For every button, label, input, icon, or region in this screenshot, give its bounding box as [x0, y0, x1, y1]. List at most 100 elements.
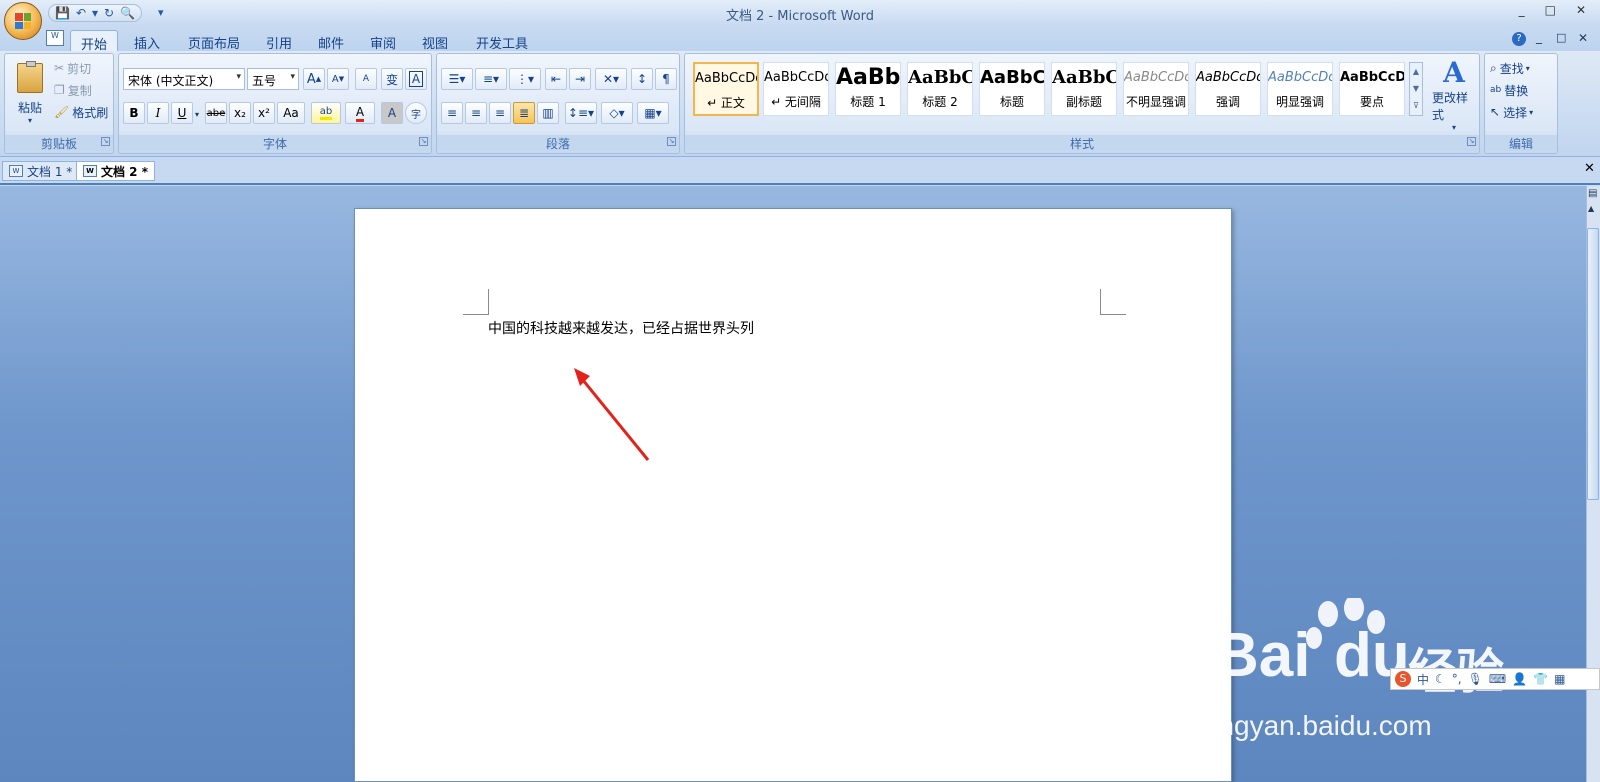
align-left-button[interactable]: ≡	[441, 102, 463, 124]
scrollbar-thumb[interactable]	[1587, 228, 1599, 500]
strikethrough-button[interactable]: abe	[205, 102, 227, 124]
bullets-button[interactable]: ☰▾	[441, 68, 473, 90]
distribute-button[interactable]: ▥	[537, 102, 559, 124]
dialog-launcher-icon[interactable]: ↘	[101, 137, 110, 146]
change-case-button[interactable]: Aa	[277, 102, 305, 124]
style-normal[interactable]: AaBbCcDd ↵ 正文	[693, 62, 759, 116]
watermark-bai: Bai	[1214, 621, 1311, 690]
underline-button[interactable]: U	[171, 102, 193, 124]
font-size-select[interactable]: 五号 ▾	[247, 68, 299, 90]
align-center-button[interactable]: ≡	[465, 102, 487, 124]
mic-icon[interactable]: 🎙	[1468, 672, 1483, 686]
doc-minimize-button[interactable]: _	[1536, 30, 1542, 44]
doc-restore-button[interactable]: □	[1556, 31, 1566, 44]
dialog-launcher-icon[interactable]: ↘	[1467, 137, 1476, 146]
office-button[interactable]	[4, 2, 42, 40]
close-button[interactable]: ✕	[1576, 3, 1586, 17]
tab-review[interactable]: 审阅	[360, 30, 406, 52]
style-intense-emphasis[interactable]: AaBbCcDd 明显强调	[1267, 62, 1333, 116]
tab-insert[interactable]: 插入	[124, 30, 170, 52]
replace-button[interactable]: ab 替换	[1489, 80, 1529, 100]
ime-chinese-mode[interactable]: 中	[1417, 671, 1429, 688]
scroll-up-icon[interactable]: ▲	[1588, 204, 1594, 213]
numbering-button[interactable]: ≡▾	[475, 68, 507, 90]
tab-view[interactable]: 视图	[412, 30, 458, 52]
char-border-button[interactable]: A	[405, 68, 427, 90]
align-right-button[interactable]: ≡	[489, 102, 511, 124]
style-strong[interactable]: AaBbCcDd要点	[1339, 62, 1405, 116]
sort-button[interactable]: ↕	[631, 68, 653, 90]
justify-button[interactable]: ≣	[513, 102, 535, 124]
help-icon[interactable]: ?	[1512, 32, 1526, 46]
shrink-font-button[interactable]: A ▼	[327, 68, 349, 90]
copy-button[interactable]: ❐ 复制	[53, 80, 93, 100]
clear-format-button[interactable]: A	[355, 68, 377, 90]
shading-button[interactable]: ◇▾	[601, 102, 633, 124]
change-styles-button[interactable]: A 更改样式 ▾	[1431, 56, 1477, 132]
style-no-spacing[interactable]: AaBbCcDd ↵ 无间隔	[763, 62, 829, 116]
user-icon[interactable]: 👤	[1512, 672, 1527, 686]
style-heading-1[interactable]: AaBb 标题 1	[835, 62, 901, 116]
ruler-toggle-icon[interactable]: ▤	[1588, 188, 1597, 199]
line-spacing-icon: ↕≡▾	[567, 106, 595, 120]
style-heading-2[interactable]: AaBbC 标题 2	[907, 62, 973, 116]
dialog-launcher-icon[interactable]: ↘	[667, 137, 676, 146]
format-painter-button[interactable]: 🖌 格式刷	[53, 102, 109, 122]
chinese-layout-button[interactable]: ✕▾	[595, 68, 627, 90]
document-text[interactable]: 中国的科技越来越发达，已经占据世界头列	[488, 318, 754, 338]
numbering-icon: ≡▾	[482, 72, 500, 86]
dialog-launcher-icon[interactable]: ↘	[419, 137, 428, 146]
decrease-indent-button[interactable]: ⇤	[545, 68, 567, 90]
punct-icon[interactable]: °,	[1452, 672, 1462, 686]
find-button[interactable]: ⌕ 查找 ▾	[1489, 58, 1531, 78]
style-subtle-emphasis[interactable]: AaBbCcDd 不明显强调	[1123, 62, 1189, 116]
paste-button[interactable]: 粘贴 ▾	[9, 58, 51, 130]
borders-button[interactable]: ▦▾	[637, 102, 669, 124]
style-title[interactable]: AaBbC 标题	[979, 62, 1045, 116]
keyboard-icon[interactable]: ⌨	[1489, 672, 1506, 686]
clipboard-group: 粘贴 ▾ ✂ 剪切 ❐ 复制 🖌 格式刷 剪贴板 ↘	[4, 53, 114, 154]
enclose-char-button[interactable]: 字	[405, 102, 427, 124]
tab-developer[interactable]: 开发工具	[466, 30, 538, 52]
tab-page-layout[interactable]: 页面布局	[178, 30, 250, 52]
grow-font-button[interactable]: A ▲	[303, 68, 325, 90]
tab-home[interactable]: 开始	[70, 30, 119, 53]
moon-icon[interactable]: ☾	[1435, 672, 1446, 686]
line-spacing-button[interactable]: ↕≡▾	[565, 102, 597, 124]
style-subtitle[interactable]: AaBbC 副标题	[1051, 62, 1117, 116]
increase-indent-button[interactable]: ⇥	[569, 68, 591, 90]
word-doc-icon[interactable]: W	[46, 30, 64, 46]
paragraph-group: ☰▾ ≡▾ ⋮▾ ⇤ ⇥ ✕▾ ↕ ¶ ≡ ≡ ≡ ≣ ▥ ↕≡▾ ◇▾ ▦▾ …	[436, 53, 680, 154]
watermark-jingyan: 经验	[1408, 632, 1504, 702]
document-page[interactable]	[354, 208, 1232, 782]
subscript-button[interactable]: x₂	[229, 102, 251, 124]
doc-tab-2[interactable]: W 文档 2 *	[76, 161, 155, 181]
superscript-button[interactable]: x²	[253, 102, 275, 124]
tab-references[interactable]: 引用	[256, 30, 302, 52]
underline-menu-icon[interactable]: ▾	[195, 110, 199, 119]
show-marks-button[interactable]: ¶	[655, 68, 677, 90]
style-emphasis[interactable]: AaBbCcDd 强调	[1195, 62, 1261, 116]
cut-button[interactable]: ✂ 剪切	[53, 58, 92, 78]
minimize-button[interactable]: _	[1519, 3, 1525, 17]
select-button[interactable]: ↖ 选择 ▾	[1489, 102, 1534, 122]
doc-close-button[interactable]: ✕	[1578, 31, 1588, 45]
paragraph-mark-icon: ¶	[662, 72, 670, 86]
italic-button[interactable]: I	[147, 102, 169, 124]
styles-scroll[interactable]: ▲ ▼ ⊽	[1409, 62, 1423, 116]
phonetic-guide-button[interactable]: 变	[381, 68, 403, 90]
maximize-button[interactable]: □	[1545, 3, 1556, 17]
skin-icon[interactable]: 👕	[1533, 672, 1548, 686]
doc-tab-1[interactable]: W 文档 1 *	[2, 161, 80, 181]
close-doc-tab-icon[interactable]: ✕	[1584, 161, 1595, 176]
char-shading-button[interactable]: A	[381, 102, 403, 124]
font-color-button[interactable]: A	[345, 102, 375, 124]
highlight-button[interactable]: ab	[311, 102, 341, 124]
tab-mailings[interactable]: 邮件	[308, 30, 354, 52]
bold-button[interactable]: B	[123, 102, 145, 124]
sogou-logo-icon[interactable]: S	[1395, 671, 1411, 687]
brush-icon: 🖌	[54, 105, 70, 119]
grid-menu-icon[interactable]: ▦	[1554, 672, 1565, 686]
font-name-select[interactable]: 宋体 (中文正文) ▾	[123, 68, 245, 90]
multilevel-list-button[interactable]: ⋮▾	[509, 68, 541, 90]
